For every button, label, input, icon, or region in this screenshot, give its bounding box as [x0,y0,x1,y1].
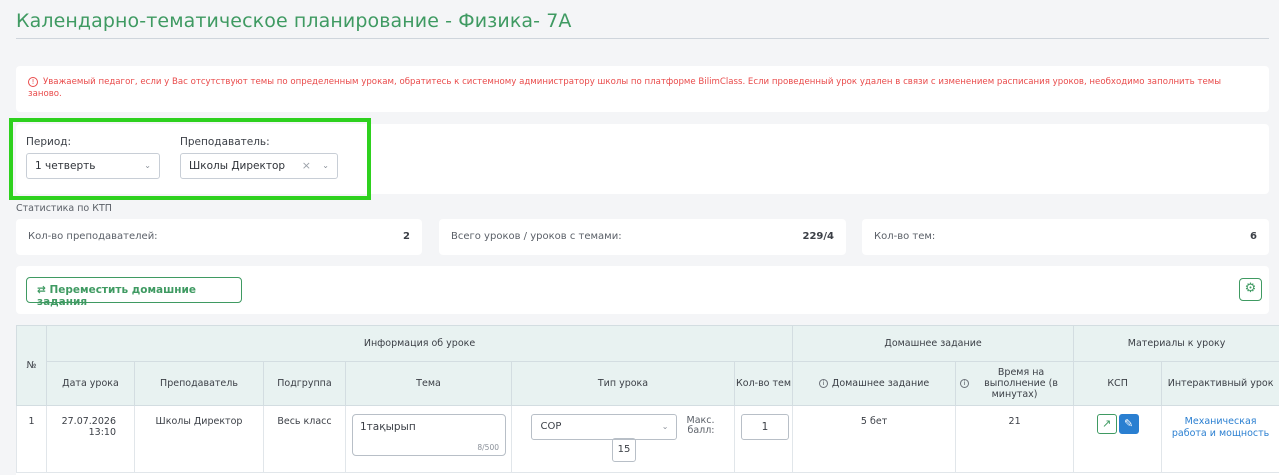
header-homework-label: Домашнее задание [831,378,930,389]
cell-date: 27.07.2026 13:10 [46,405,135,473]
page-title: Календарно-тематическое планирование - Ф… [16,10,572,32]
alert-message: ! Уважаемый педагог, если у Вас отсутству… [28,76,1257,100]
header-topic-count: Кол-во тем [733,361,794,406]
header-topic: Тема [345,361,512,406]
cell-homework: 5 бет [792,405,957,473]
cell-subgroup: Весь класс [263,405,346,473]
pencil-icon[interactable]: ✎ [1118,414,1139,434]
title-divider [16,38,1269,39]
info-circle-icon: ! [28,77,38,87]
ktp-table: № Информация об уроке Домашнее задание М… [16,325,1279,475]
header-lesson-info: Информация об уроке [45,325,794,362]
cell-lesson-type: СОР ⌄ Макс. балл: 15 [511,405,735,473]
stats-title: Статистика по КТП [16,203,112,214]
header-num: № [16,325,47,406]
stat-lessons-label: Всего уроков / уроков с темами: [451,231,622,242]
header-time: i Время на выполнение (в минутах) [955,361,1075,406]
move-homework-button[interactable]: ⇄ Переместить домашние задания [26,277,242,308]
header-subgroup: Подгруппа [263,361,346,406]
lesson-type-value: СОР [540,421,562,432]
stat-lessons-value: 229/4 [802,231,834,242]
stat-teachers-card: Кол-во преподавателей: 2 [16,219,422,255]
cell-teacher: Школы Директор [134,405,264,473]
filters-highlight [9,118,371,200]
lesson-type-select[interactable]: СОР ⌄ [531,414,678,440]
warning-alert: ! Уважаемый педагог, если у Вас отсутству… [16,66,1269,112]
lesson-date: 27.07.2026 [61,416,116,427]
topic-char-count: 8/500 [477,443,499,452]
interactive-lesson-link[interactable]: Механическая работа и мощность [1172,416,1269,439]
max-label-line-2: балл: [687,425,715,436]
chevron-down-icon: ⌄ [661,422,669,431]
max-score-input[interactable]: 15 [612,438,636,462]
table-row: 1 27.07.2026 13:10 Школы Директор Весь к… [16,405,1279,473]
stat-topics-card: Кол-во тем: 6 [862,219,1269,255]
cell-interactive: Механическая работа и мощность [1161,405,1279,473]
header-homework: i Домашнее задание [792,361,957,406]
header-ksp: КСП [1073,361,1163,406]
stat-topics-label: Кол-во тем: [874,231,936,242]
external-link-icon[interactable]: ↗ [1096,414,1117,434]
cell-topic: 1тақырып 8/500 [345,405,512,473]
stat-topics-value: 6 [1250,231,1257,242]
cell-ksp: ↗ ✎ [1073,405,1163,473]
stat-lessons-card: Всего уроков / уроков с темами: 229/4 [439,219,846,255]
topic-count-input[interactable]: 1 [741,414,789,440]
info-icon[interactable]: i [960,379,970,388]
header-homework-group: Домашнее задание [792,325,1075,362]
header-lesson-type: Тип урока [511,361,735,406]
header-date: Дата урока [46,361,135,406]
cell-minutes: 21 [955,405,1075,473]
topic-textarea[interactable]: 1тақырып 8/500 [352,414,506,456]
lesson-time: 13:10 [88,427,116,438]
info-icon[interactable]: i [818,379,828,388]
header-teacher: Преподаватель [134,361,264,406]
alert-text: Уважаемый педагог, если у Вас отсутствую… [28,77,1222,99]
header-interactive: Интерактивный урок [1161,361,1279,406]
max-score-label: Макс. балл: [687,416,715,436]
topic-value: 1тақырып [360,421,416,433]
stat-teachers-value: 2 [403,231,410,242]
gear-icon[interactable]: ⚙ [1239,278,1262,301]
cell-num: 1 [16,405,47,473]
header-materials: Материалы к уроку [1073,325,1279,362]
actions-bar: ⇄ Переместить домашние задания ⚙ [16,266,1269,314]
stat-teachers-label: Кол-во преподавателей: [28,231,158,242]
cell-topic-count: 1 [733,405,794,473]
header-time-label: Время на выполнение (в минутах) [984,367,1058,400]
